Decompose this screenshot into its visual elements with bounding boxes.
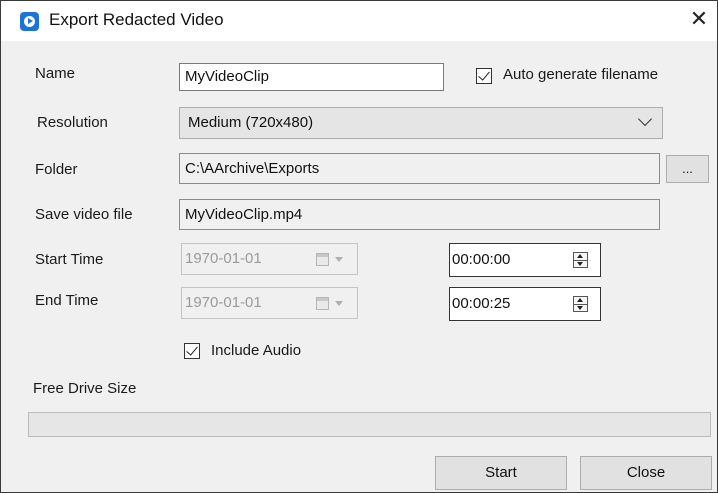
folder-label: Folder <box>35 161 78 178</box>
browse-button[interactable]: ... <box>666 155 709 183</box>
calendar-icon <box>316 297 329 310</box>
save-file-label: Save video file <box>35 206 133 223</box>
export-dialog: Export Redacted Video ✕ Name MyVideoClip… <box>0 0 718 493</box>
name-input[interactable]: MyVideoClip <box>179 63 444 91</box>
free-drive-progress <box>28 412 711 437</box>
include-audio-label[interactable]: Include Audio <box>211 342 301 359</box>
spinner-icon[interactable] <box>573 252 588 268</box>
free-drive-label: Free Drive Size <box>33 380 137 397</box>
resolution-label: Resolution <box>37 114 108 131</box>
end-date-picker[interactable]: 1970-01-01 <box>181 287 358 319</box>
calendar-icon <box>316 253 329 266</box>
start-button[interactable]: Start <box>435 456 567 490</box>
dropdown-arrow-icon <box>335 257 343 262</box>
start-time-label: Start Time <box>35 251 104 268</box>
include-audio-checkbox[interactable] <box>184 343 200 359</box>
auto-generate-checkbox[interactable] <box>476 68 492 84</box>
auto-generate-label[interactable]: Auto generate filename <box>503 66 658 83</box>
resolution-value: Medium (720x480) <box>188 114 314 131</box>
dropdown-arrow-icon <box>335 301 343 306</box>
start-date-picker[interactable]: 1970-01-01 <box>181 243 358 275</box>
resolution-select[interactable]: Medium (720x480) <box>179 107 663 139</box>
save-file-field[interactable]: MyVideoClip.mp4 <box>179 199 660 230</box>
start-time-input[interactable]: 00:00:00 <box>449 243 601 277</box>
close-button[interactable]: Close <box>580 456 712 490</box>
spinner-icon[interactable] <box>573 296 588 312</box>
name-label: Name <box>35 65 76 82</box>
close-icon[interactable]: ✕ <box>687 7 711 31</box>
window-title: Export Redacted Video <box>49 10 224 29</box>
title-bar: Export Redacted Video ✕ <box>1 1 717 41</box>
end-time-label: End Time <box>35 292 99 309</box>
folder-field[interactable]: C:\AArchive\Exports <box>179 153 660 184</box>
app-play-icon <box>20 12 39 31</box>
start-time-value: 00:00:00 <box>452 251 511 268</box>
end-date-value: 1970-01-01 <box>185 294 262 311</box>
chevron-down-icon <box>637 111 653 127</box>
end-time-value: 00:00:25 <box>452 295 511 312</box>
start-date-value: 1970-01-01 <box>185 250 262 267</box>
end-time-input[interactable]: 00:00:25 <box>449 287 601 321</box>
